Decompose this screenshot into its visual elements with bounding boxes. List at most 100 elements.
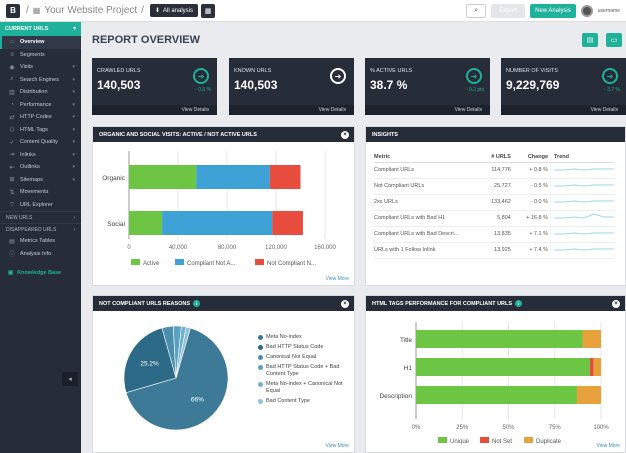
- user-name[interactable]: username: [598, 8, 620, 14]
- knowledge-base-link[interactable]: ▣ Knowledge Base: [0, 266, 81, 280]
- metric-cell[interactable]: Not Compliant URLs: [374, 178, 483, 195]
- export-button[interactable]: Export: [491, 4, 526, 18]
- sidebar-item-inlinks[interactable]: ⇥ Inlinks ▾: [0, 149, 81, 162]
- sidebar-item-http-codes[interactable]: ⇄ HTTP Codes ▾: [0, 111, 81, 124]
- bar-compliant-not-a[interactable]: [196, 165, 270, 189]
- avatar[interactable]: [580, 5, 593, 17]
- sidebar-item-html-tags[interactable]: ⟨⟩ HTML Tags ▾: [0, 124, 81, 137]
- sidebar-item-segments[interactable]: ≡ Segments: [0, 49, 81, 62]
- legend-label[interactable]: Not Set: [492, 439, 512, 445]
- screen-icon: ▭: [610, 37, 618, 44]
- table-row[interactable]: Compliant URLs 114,776 + 0.8 %: [374, 162, 614, 179]
- sidebar-item-overview[interactable]: ⌂ Overview: [0, 36, 81, 49]
- bar-unique[interactable]: [416, 386, 577, 404]
- sparkline: [554, 248, 614, 251]
- sidebar-item-visits[interactable]: ◉ Visits ▾: [0, 61, 81, 74]
- project-name[interactable]: Your Website Project: [44, 5, 137, 16]
- close-icon[interactable]: ×: [341, 130, 349, 139]
- search-button[interactable]: ⌕: [466, 4, 487, 18]
- screen-button[interactable]: ▭: [606, 33, 622, 47]
- sidebar-item-content-quality[interactable]: ✓ Content Quality ▾: [0, 136, 81, 149]
- table-row[interactable]: URLs with 1 Follow Inlink 13,925 + 7.4 %: [374, 242, 614, 259]
- legend-label[interactable]: Duplicate: [536, 439, 562, 445]
- all-analysis-button[interactable]: ⬇ All analysis: [149, 4, 198, 17]
- urls-header[interactable]: # URLS: [482, 152, 517, 163]
- sidebar-item-search-engines[interactable]: ⌕ Search Engines ▾: [0, 74, 81, 87]
- bar-not-compliant-n[interactable]: [272, 211, 303, 235]
- current-urls-header[interactable]: CURRENT URLS ▾: [0, 22, 81, 36]
- view-more-link[interactable]: View More: [325, 276, 349, 282]
- bar-not-set[interactable]: [589, 358, 594, 376]
- info-badge[interactable]: i: [515, 300, 523, 307]
- legend-item[interactable]: Bad HTTP Status Code + Bad Content Type: [258, 364, 348, 378]
- bar-unique[interactable]: [416, 330, 583, 348]
- bar-not-compliant-n[interactable]: [269, 165, 301, 189]
- view-details-link[interactable]: View Details: [229, 105, 354, 115]
- bar-active[interactable]: [129, 211, 163, 235]
- view-details-link[interactable]: View Details: [92, 105, 217, 115]
- html-tags-chart: 0% 25% 50% 75% 100% Title H1 Description Unique N…: [379, 322, 609, 445]
- metric-cell[interactable]: URLs with 1 Follow Inlink: [374, 242, 483, 259]
- sidebar-item-label: HTTP Codes: [20, 114, 52, 121]
- sidebar-item-outlinks[interactable]: ⇤ Outlinks ▾: [0, 161, 81, 174]
- info-badge[interactable]: i: [193, 300, 201, 307]
- arrow-right-icon[interactable]: ➜: [193, 68, 209, 84]
- bar-duplicate[interactable]: [582, 330, 602, 348]
- chevron-down-icon: ▾: [72, 101, 75, 108]
- legend-label[interactable]: Active: [143, 261, 160, 267]
- table-row[interactable]: 2xx URLs 133,462 - 0.0 %: [374, 194, 614, 211]
- bar-active[interactable]: [129, 165, 197, 189]
- metric-cell[interactable]: 2xx URLs: [374, 194, 483, 211]
- table-row[interactable]: Compliant URLs with Bad H1 5,804 + 16.8 …: [374, 210, 614, 227]
- view-details-link[interactable]: View Details: [501, 105, 626, 115]
- sidebar-item-performance[interactable]: ◔ Performance ▾: [0, 99, 81, 112]
- new-analysis-button[interactable]: New Analysis: [530, 4, 576, 18]
- slice-label: 25.2%: [140, 360, 159, 367]
- sidebar-item-analysis-info[interactable]: ⓘ Analysis Info: [0, 248, 81, 261]
- arrow-right-icon[interactable]: ➜: [602, 68, 618, 84]
- table-row[interactable]: Not Compliant URLs 25,727 - 0.5 %: [374, 178, 614, 195]
- legend-label[interactable]: Unique: [450, 439, 470, 445]
- view-more-link[interactable]: View More: [596, 443, 620, 449]
- chevron-left-icon: ◂: [68, 376, 72, 383]
- table-row[interactable]: Compliant URLs with Bad Descri... 13,835…: [374, 226, 614, 243]
- metric-cell[interactable]: Compliant URLs with Bad Descri...: [374, 226, 483, 243]
- bar-duplicate[interactable]: [593, 358, 601, 376]
- http-icon: ⇄: [9, 114, 15, 121]
- sidebar-item-sitemaps[interactable]: ⊞ Sitemaps ▾: [0, 174, 81, 187]
- legend-label[interactable]: Compliant Not A...: [187, 261, 236, 267]
- collapse-sidebar-button[interactable]: ◂: [62, 372, 78, 386]
- legend-item[interactable]: Meta No-index: [258, 334, 348, 341]
- change-header[interactable]: Change: [516, 152, 554, 163]
- legend-item[interactable]: Canonical Not Equal: [258, 354, 348, 361]
- legend-item[interactable]: Meta No-index + Canonical Not Equal: [258, 381, 348, 395]
- sidebar-item-movements[interactable]: ⇅ Movements: [0, 186, 81, 199]
- bar-duplicate[interactable]: [576, 386, 601, 404]
- sparkline-path: [554, 248, 614, 251]
- legend-item[interactable]: Bad Content Type: [258, 398, 348, 405]
- sidebar-item-metrics-tables[interactable]: ▤ Metrics Tables: [0, 235, 81, 248]
- legend-label: Bad HTTP Status Code + Bad Content Type: [266, 364, 340, 377]
- sidebar-item-distribution[interactable]: ▥ Distribution ▾: [0, 86, 81, 99]
- new-urls-section[interactable]: NEW URLS ›: [0, 211, 81, 223]
- close-icon[interactable]: ×: [612, 299, 620, 308]
- sidebar-item-url-explorer[interactable]: ▽ URL Explorer: [0, 199, 81, 212]
- metric-card: NUMBER OF VISITS 9,229,769 ➜ - 3.7 % Vie…: [501, 58, 626, 115]
- bar-compliant-not-a[interactable]: [162, 211, 273, 235]
- home-icon: ⌂: [10, 39, 14, 46]
- view-more-link[interactable]: View More: [325, 443, 349, 449]
- grid-view-button[interactable]: ▦: [201, 3, 215, 18]
- metric-cell[interactable]: Compliant URLs: [374, 162, 483, 179]
- arrow-right-icon[interactable]: ➜: [466, 68, 482, 84]
- legend-swatch: [438, 437, 447, 443]
- arrow-right-icon[interactable]: ➜: [330, 68, 346, 84]
- legend-item[interactable]: Bad HTTP Status Code: [258, 344, 348, 351]
- pdf-export-button[interactable]: ▤: [582, 33, 598, 47]
- close-icon[interactable]: ×: [341, 299, 349, 308]
- disappeared-urls-section[interactable]: DISAPPEARED URLS ›: [0, 223, 81, 235]
- bar-unique[interactable]: [416, 358, 590, 376]
- app-logo[interactable]: B: [6, 3, 20, 18]
- view-details-link[interactable]: View Details: [365, 105, 490, 115]
- metric-cell[interactable]: Compliant URLs with Bad H1: [374, 210, 483, 227]
- legend-label[interactable]: Not Compliant N...: [267, 261, 316, 267]
